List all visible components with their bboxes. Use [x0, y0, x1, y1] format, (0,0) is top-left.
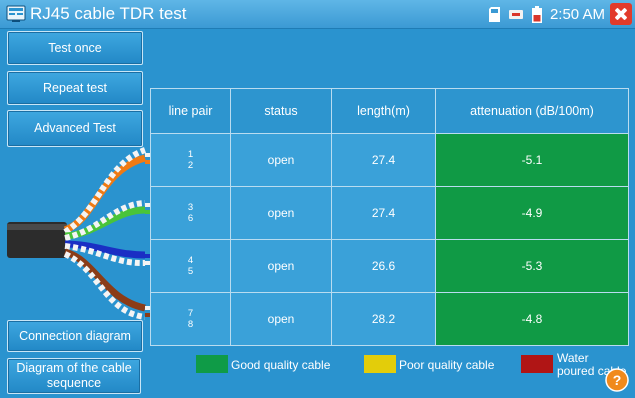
battery-icon	[531, 5, 542, 23]
header-line-pair: line pair	[150, 88, 231, 134]
length-cell: 27.4	[331, 186, 436, 240]
header-status: status	[230, 88, 332, 134]
title-bar: RJ45 cable TDR test 2:50 AM	[0, 0, 635, 29]
header-attenuation: attenuation (dB/100m)	[435, 88, 629, 134]
legend-label-good: Good quality cable	[231, 358, 331, 372]
legend-swatch-poor	[364, 355, 396, 373]
app-icon	[6, 5, 26, 22]
cable-sequence-button[interactable]: Diagram of the cable sequence	[7, 358, 141, 394]
table-row: 4 5 open 26.6 -5.3	[150, 239, 629, 293]
status-cell: open	[230, 292, 332, 346]
length-cell: 28.2	[331, 292, 436, 346]
close-button[interactable]	[610, 3, 632, 25]
line-pair-cell: 3 6	[150, 186, 231, 240]
line-pair-cell: 7 8	[150, 292, 231, 346]
help-icon[interactable]: ?	[605, 368, 629, 392]
test-once-button[interactable]: Test once	[7, 31, 143, 65]
status-cell: open	[230, 239, 332, 293]
line-pair-cell: 1 2	[150, 133, 231, 187]
line-pair-cell: 4 5	[150, 239, 231, 293]
results-table: line pair status length(m) attenuation (…	[150, 88, 629, 346]
attenuation-cell: -5.3	[435, 239, 629, 293]
network-icon	[508, 9, 523, 19]
sd-card-icon	[488, 6, 500, 22]
attenuation-cell: -5.1	[435, 133, 629, 187]
attenuation-cell: -4.8	[435, 292, 629, 346]
table-header-row: line pair status length(m) attenuation (…	[150, 88, 629, 134]
length-cell: 26.6	[331, 239, 436, 293]
legend-label-poor: Poor quality cable	[399, 358, 495, 372]
attenuation-cell: -4.9	[435, 186, 629, 240]
header-length: length(m)	[331, 88, 436, 134]
status-cell: open	[230, 186, 332, 240]
window-title: RJ45 cable TDR test	[30, 4, 187, 23]
svg-text:?: ?	[613, 372, 622, 388]
table-row: 1 2 open 27.4 -5.1	[150, 133, 629, 187]
status-cell: open	[230, 133, 332, 187]
table-row: 3 6 open 27.4 -4.9	[150, 186, 629, 240]
clock: 2:50 AM	[549, 5, 605, 23]
legend-swatch-good	[196, 355, 228, 373]
table-row: 7 8 open 28.2 -4.8	[150, 292, 629, 346]
repeat-test-button[interactable]: Repeat test	[7, 71, 143, 105]
legend-swatch-water	[521, 355, 553, 373]
length-cell: 27.4	[331, 133, 436, 187]
